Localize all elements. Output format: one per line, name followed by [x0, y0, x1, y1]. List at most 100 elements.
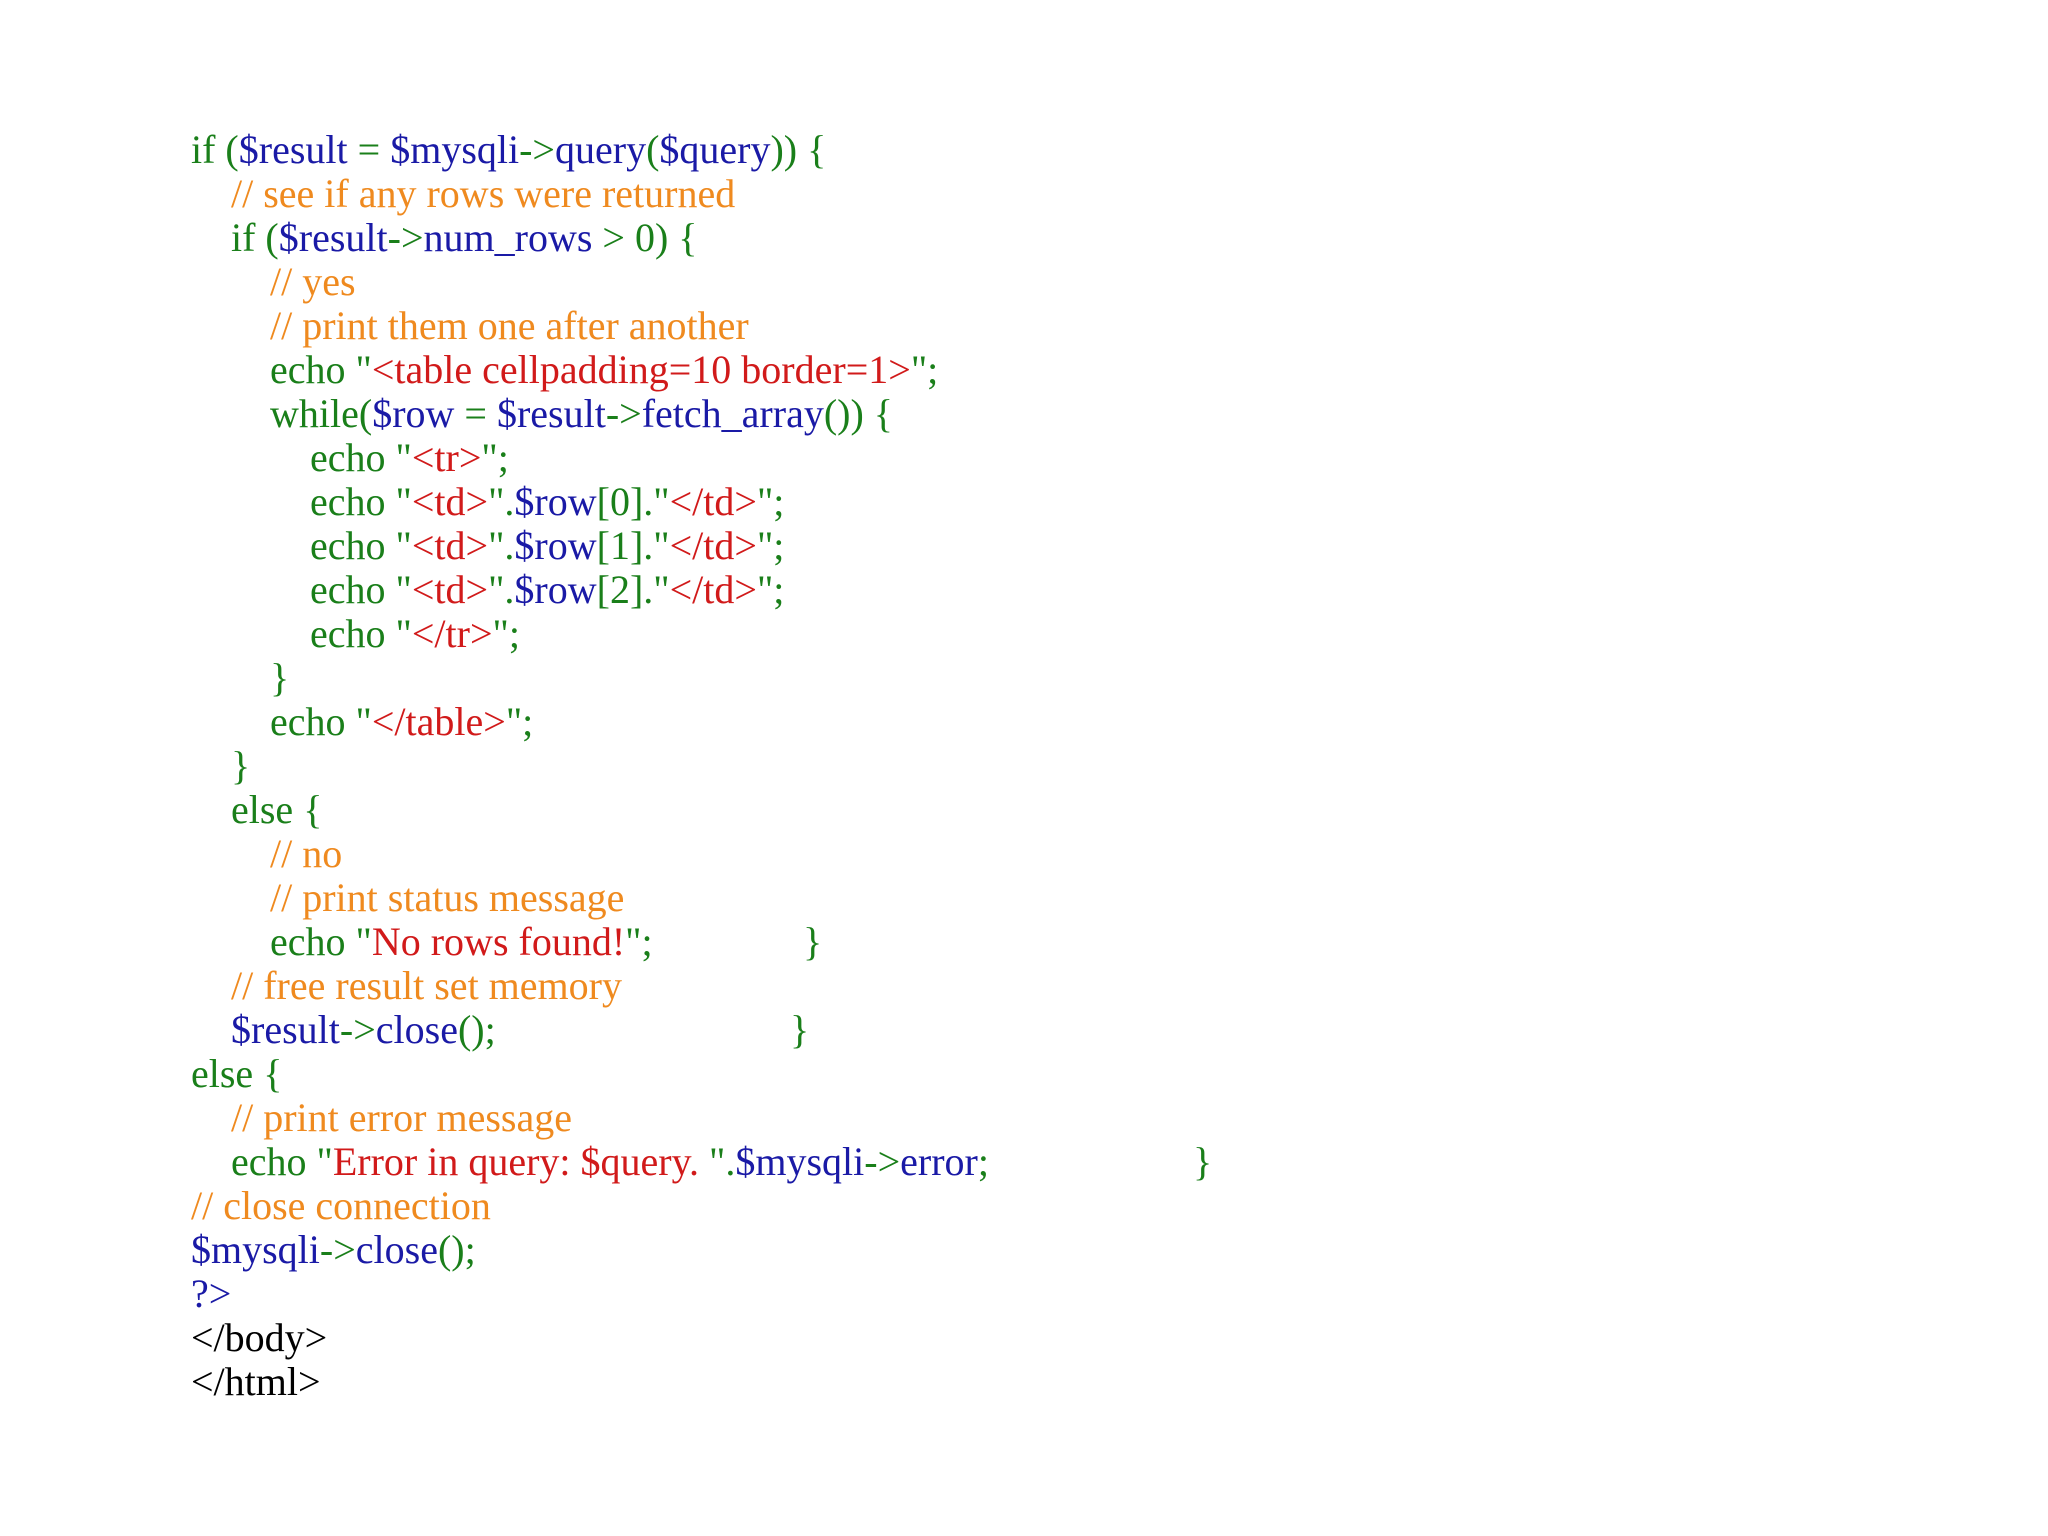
code-line: // see if any rows were returned	[191, 172, 989, 216]
code-token-variable: $result	[238, 127, 348, 172]
code-token-keyword: }	[231, 743, 251, 788]
closing-brace: }	[790, 1007, 810, 1052]
closing-brace: }	[1193, 1139, 1213, 1184]
code-line: $result->close();}	[191, 1008, 989, 1052]
code-token-string: </tr>	[411, 611, 493, 656]
code-token-comment: // print status message	[270, 875, 625, 920]
code-line: echo "</table>";	[191, 700, 989, 744]
code-line: </html>	[191, 1360, 989, 1404]
code-line: $mysqli->close();	[191, 1228, 989, 1272]
code-line: if ($result->num_rows > 0) {	[191, 216, 989, 260]
code-token-keyword: else {	[231, 787, 323, 832]
code-token-variable: num_rows	[423, 215, 593, 260]
code-listing: if ($result = $mysqli->query($query)) {/…	[191, 128, 1212, 1404]
code-token-comment: // no	[270, 831, 343, 876]
code-token-keyword: [1]."	[596, 523, 670, 568]
code-token-variable: $result	[496, 391, 606, 436]
code-token-keyword: echo "	[310, 479, 412, 524]
code-token-variable: query	[555, 127, 647, 172]
code-line: echo "<td>".$row[0]."</td>";	[191, 480, 989, 524]
code-token-variable: close	[375, 1007, 458, 1052]
code-line: echo "Error in query: $query. ".$mysqli-…	[191, 1139, 1212, 1184]
code-token-keyword: ;	[977, 1139, 989, 1184]
code-token-keyword: ";	[756, 523, 785, 568]
code-line: // free result set memory	[191, 964, 989, 1008]
code-token-keyword: echo "	[270, 699, 372, 744]
code-line: // yes	[191, 260, 989, 304]
code-token-keyword: ->	[605, 391, 642, 436]
code-token-keyword: ();	[437, 1227, 476, 1272]
code-token-keyword: echo "	[270, 919, 372, 964]
code-token-variable: $row	[372, 391, 455, 436]
code-line: echo "<td>".$row[1]."</td>";	[191, 524, 989, 568]
code-token-keyword: ();	[457, 1007, 496, 1052]
code-line: while($row = $result->fetch_array()) {	[191, 392, 989, 436]
code-token-keyword: echo "	[231, 1139, 333, 1184]
code-token-variable: error	[900, 1139, 978, 1184]
code-token-keyword: ->	[519, 127, 555, 172]
code-token-keyword: ".	[488, 479, 515, 524]
code-token-string: <td>	[411, 567, 489, 612]
code-token-keyword: else {	[191, 1051, 283, 1096]
code-line: // close connection	[191, 1184, 989, 1228]
code-token-variable: close	[355, 1227, 438, 1272]
closing-brace: }	[803, 919, 823, 964]
code-line: if ($result = $mysqli->query($query)) {	[191, 128, 989, 172]
code-token-keyword: ";	[756, 567, 785, 612]
code-token-string: </td>	[669, 567, 757, 612]
code-line: // print error message	[191, 1096, 989, 1140]
code-token-keyword: ->	[387, 215, 424, 260]
code-token-keyword: echo "	[270, 347, 372, 392]
code-token-keyword: echo "	[310, 567, 412, 612]
code-token-keyword: while(	[270, 391, 373, 436]
code-token-keyword: > 0) {	[592, 215, 698, 260]
code-token-keyword: ".	[488, 523, 515, 568]
code-line: ?>	[191, 1272, 989, 1316]
code-line: echo "<table cellpadding=10 border=1>";	[191, 348, 989, 392]
code-token-string: </td>	[669, 479, 757, 524]
code-line: }	[191, 656, 989, 700]
code-token-variable: $result	[278, 215, 388, 260]
code-token-string: Error in query: $query.	[332, 1139, 710, 1184]
code-token-string: </td>	[669, 523, 757, 568]
code-token-string: </table>	[371, 699, 506, 744]
code-line: // print them one after another	[191, 304, 989, 348]
code-token-string: <table cellpadding=10 border=1>	[371, 347, 911, 392]
code-token-keyword: echo "	[310, 435, 412, 480]
code-token-keyword: ";	[756, 479, 785, 524]
code-token-string: <td>	[411, 479, 489, 524]
code-token-variable: $mysqli	[735, 1139, 865, 1184]
code-token-keyword: )) {	[770, 127, 827, 172]
code-line: else {	[191, 1052, 989, 1096]
code-line: </body>	[191, 1316, 989, 1360]
code-token-keyword: }	[270, 655, 290, 700]
code-line: echo "<tr>";	[191, 436, 989, 480]
code-token-keyword: =	[454, 391, 497, 436]
code-line: echo "<td>".$row[2]."</td>";	[191, 568, 989, 612]
code-token-variable: ?>	[191, 1271, 232, 1316]
code-token-keyword: ->	[864, 1139, 901, 1184]
code-line: }	[191, 744, 989, 788]
code-token-variable: $mysqli	[191, 1227, 320, 1272]
code-token-string: No rows found!	[371, 919, 626, 964]
code-token-comment: // free result set memory	[231, 963, 622, 1008]
code-token-keyword: if (	[231, 215, 279, 260]
code-token-keyword: ->	[339, 1007, 376, 1052]
code-token-keyword: (	[646, 127, 660, 172]
code-token-keyword: ".	[709, 1139, 736, 1184]
code-token-variable: $row	[514, 479, 597, 524]
code-token-keyword: =	[347, 127, 391, 172]
code-token-string: <tr>	[411, 435, 482, 480]
code-line: echo "</tr>";	[191, 612, 989, 656]
code-token-keyword: ";	[481, 435, 509, 480]
code-token-keyword: ";	[492, 611, 520, 656]
code-token-keyword: echo "	[310, 611, 412, 656]
code-token-variable: $row	[514, 523, 597, 568]
code-token-keyword: ";	[910, 347, 939, 392]
code-token-comment: // print them one after another	[270, 303, 749, 348]
code-token-keyword: echo "	[310, 523, 412, 568]
code-token-variable: fetch_array	[641, 391, 824, 436]
code-token-keyword: ";	[625, 919, 653, 964]
code-token-keyword: ()) {	[823, 391, 893, 436]
code-token-comment: // print error message	[231, 1095, 572, 1140]
